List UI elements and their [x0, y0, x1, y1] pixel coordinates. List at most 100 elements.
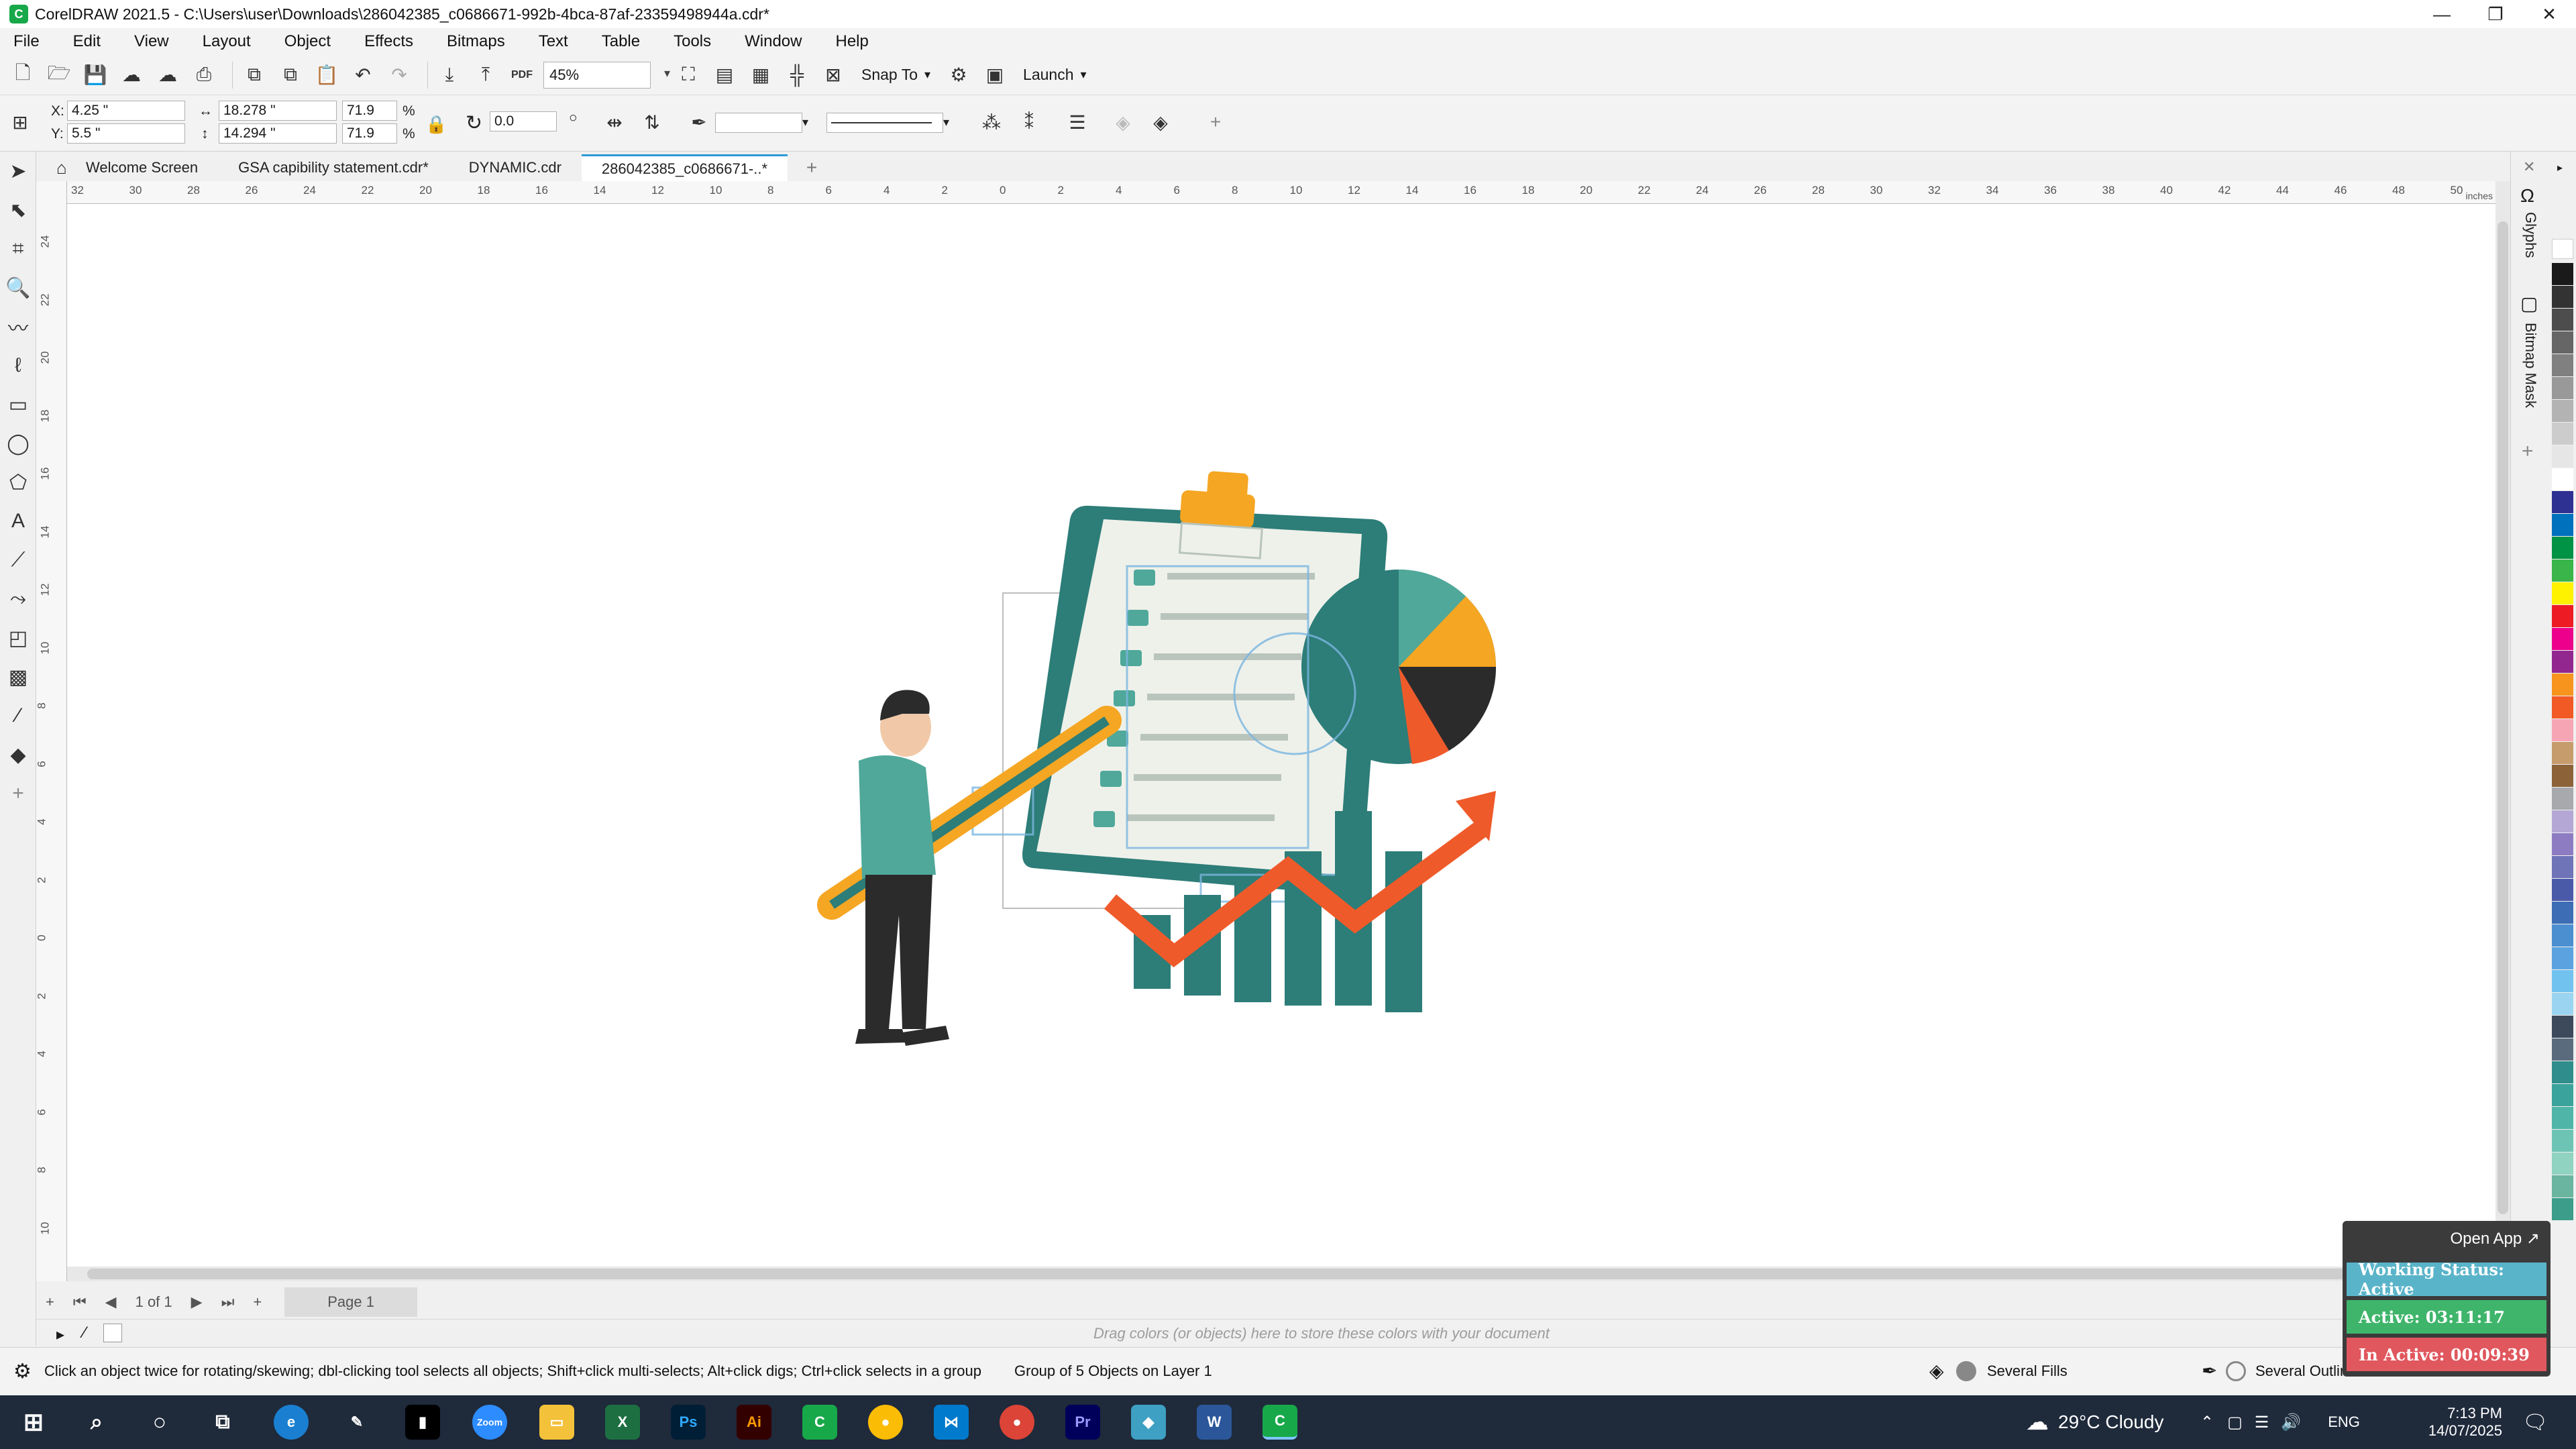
menu-file[interactable]: File — [13, 32, 40, 51]
weld-icon[interactable]: ⁂ — [977, 107, 1006, 137]
color-swatch[interactable] — [2552, 331, 2573, 354]
height-input[interactable]: 14.294 " — [219, 123, 337, 144]
undo-icon[interactable]: ↶ — [348, 60, 378, 90]
alignment-guides-icon[interactable]: ⊠ — [818, 60, 848, 90]
y-position-input[interactable]: 5.5 " — [67, 123, 185, 144]
pen-icon[interactable]: ✎ — [339, 1405, 374, 1440]
volume-icon[interactable]: 🔊 — [2281, 1413, 2301, 1432]
minimize-icon[interactable]: — — [2415, 0, 2469, 28]
no-color-swatch-icon[interactable] — [103, 1324, 122, 1342]
add-icon[interactable]: + — [1201, 107, 1230, 137]
vertical-ruler[interactable]: 24 22 20 18 16 14 12 10 8 6 4 2 0 2 4 6 8 10 — [36, 181, 67, 1281]
outline-width-select[interactable] — [715, 113, 802, 133]
outline-pen-icon[interactable]: ✒ — [2202, 1360, 2217, 1382]
chrome-profile-icon[interactable]: ● — [1000, 1405, 1034, 1440]
color-swatch[interactable] — [2552, 696, 2573, 718]
color-swatch[interactable] — [2552, 423, 2573, 445]
menu-tools[interactable]: Tools — [674, 32, 711, 51]
glyphs-icon[interactable]: Ω — [2520, 185, 2534, 207]
network-icon[interactable]: ☰ — [2255, 1413, 2269, 1432]
layers-icon[interactable]: ◈ — [1146, 107, 1175, 137]
new-document-icon[interactable]: 🗋 — [8, 60, 38, 90]
scale-height-input[interactable]: 71.9 — [342, 123, 397, 144]
color-swatch[interactable] — [2552, 902, 2573, 924]
chevron-down-icon[interactable]: ▾ — [943, 115, 949, 129]
first-page-icon[interactable]: ⏮ — [73, 1293, 87, 1311]
cloud-upload-icon[interactable]: ☁ — [117, 60, 146, 90]
lock-ratio-icon[interactable]: 🔒 — [425, 114, 447, 135]
rotation-input[interactable]: 0.0 — [490, 111, 557, 131]
settings-gear-icon[interactable]: ⚙ — [13, 1360, 32, 1383]
menu-help[interactable]: Help — [835, 32, 868, 51]
layers-to-front-icon[interactable]: ◈ — [1108, 107, 1138, 137]
show-grid-icon[interactable]: ▦ — [746, 60, 775, 90]
copy-icon[interactable]: ⧉ — [276, 60, 305, 90]
last-page-icon[interactable]: ⏭ — [221, 1293, 235, 1311]
color-swatch[interactable] — [2552, 719, 2573, 741]
docker-tab-glyphs[interactable]: Glyphs — [2522, 212, 2539, 258]
premiere-icon[interactable]: Pr — [1065, 1405, 1100, 1440]
clock[interactable]: 7:13 PM 14/07/2025 — [2422, 1395, 2502, 1449]
add-tool-icon[interactable]: + — [0, 774, 36, 813]
color-swatch[interactable] — [2552, 309, 2573, 331]
add-docker-icon[interactable]: + — [2522, 440, 2534, 463]
text-tool-icon[interactable]: A — [0, 502, 36, 541]
show-guidelines-icon[interactable]: ╬ — [782, 60, 812, 90]
next-page-icon[interactable]: ▶ — [191, 1293, 203, 1311]
chevron-down-icon[interactable]: ▾ — [1081, 68, 1087, 82]
menu-window[interactable]: Window — [745, 32, 802, 51]
paste-icon[interactable]: 📋 — [312, 60, 341, 90]
color-swatch[interactable] — [2552, 810, 2573, 833]
color-swatch[interactable] — [2552, 445, 2573, 468]
menu-view[interactable]: View — [134, 32, 169, 51]
color-swatch[interactable] — [2552, 514, 2573, 536]
redo-icon[interactable]: ↷ — [384, 60, 414, 90]
eyedropper-icon[interactable]: ⁄ — [83, 1324, 86, 1342]
add-page-icon[interactable]: + — [46, 1293, 54, 1311]
search-icon[interactable]: ⌕ — [79, 1405, 114, 1440]
color-swatch[interactable] — [2552, 468, 2573, 490]
launch-label[interactable]: Launch — [1023, 66, 1073, 84]
rectangle-tool-icon[interactable]: ▭ — [0, 385, 36, 424]
restore-icon[interactable]: ❐ — [2469, 0, 2522, 28]
menu-effects[interactable]: Effects — [364, 32, 413, 51]
color-swatch[interactable] — [2552, 765, 2573, 787]
shape-tool-icon[interactable]: ⬉ — [0, 191, 36, 229]
launch-app-icon[interactable]: ▣ — [980, 60, 1010, 90]
connector-tool-icon[interactable]: ⤳ — [0, 580, 36, 619]
task-view-icon[interactable]: ⧉ — [205, 1405, 240, 1440]
ellipse-tool-icon[interactable]: ◯ — [0, 424, 36, 463]
color-swatch[interactable] — [2552, 491, 2573, 513]
cut-icon[interactable]: ⧉ — [239, 60, 269, 90]
color-swatch[interactable] — [2552, 1130, 2573, 1152]
color-swatch[interactable] — [2552, 924, 2573, 947]
illustrator-icon[interactable]: Ai — [737, 1405, 771, 1440]
full-screen-icon[interactable]: ⛶ — [674, 60, 703, 90]
horizontal-scrollbar[interactable] — [67, 1267, 2496, 1281]
wrap-text-icon[interactable]: ☰ — [1063, 107, 1092, 137]
chevron-down-icon[interactable]: ▾ — [924, 68, 930, 82]
menu-object[interactable]: Object — [284, 32, 331, 51]
polygon-tool-icon[interactable]: ⬠ — [0, 463, 36, 502]
color-swatch[interactable] — [2552, 1107, 2573, 1129]
color-swatch[interactable] — [2552, 1084, 2573, 1106]
pick-tool-icon[interactable]: ➤ — [0, 152, 36, 191]
color-swatch[interactable] — [2552, 833, 2573, 855]
options-gear-icon[interactable]: ⚙ — [944, 60, 973, 90]
print-icon[interactable]: ⎙ — [189, 60, 219, 90]
zoom-level-select[interactable]: 45% ▾ — [543, 61, 670, 89]
add-tab-icon[interactable]: + — [798, 154, 825, 181]
color-swatch[interactable] — [2552, 788, 2573, 810]
color-swatch[interactable] — [2552, 263, 2573, 285]
terminal-icon[interactable]: ▮ — [405, 1405, 440, 1440]
color-swatch[interactable] — [2552, 582, 2573, 604]
x-position-input[interactable]: 4.25 " — [67, 101, 185, 121]
language-indicator[interactable]: ENG — [2328, 1413, 2360, 1431]
coreldraw-taskbar-icon[interactable]: C — [802, 1405, 837, 1440]
color-swatch[interactable] — [2552, 1152, 2573, 1175]
page-tab[interactable]: Page 1 — [284, 1287, 417, 1317]
edge-icon[interactable]: e — [274, 1405, 309, 1440]
chevron-down-icon[interactable]: ▾ — [802, 115, 808, 129]
file-explorer-icon[interactable]: ▭ — [539, 1405, 574, 1440]
zoom-app-icon[interactable]: Zoom — [472, 1405, 507, 1440]
